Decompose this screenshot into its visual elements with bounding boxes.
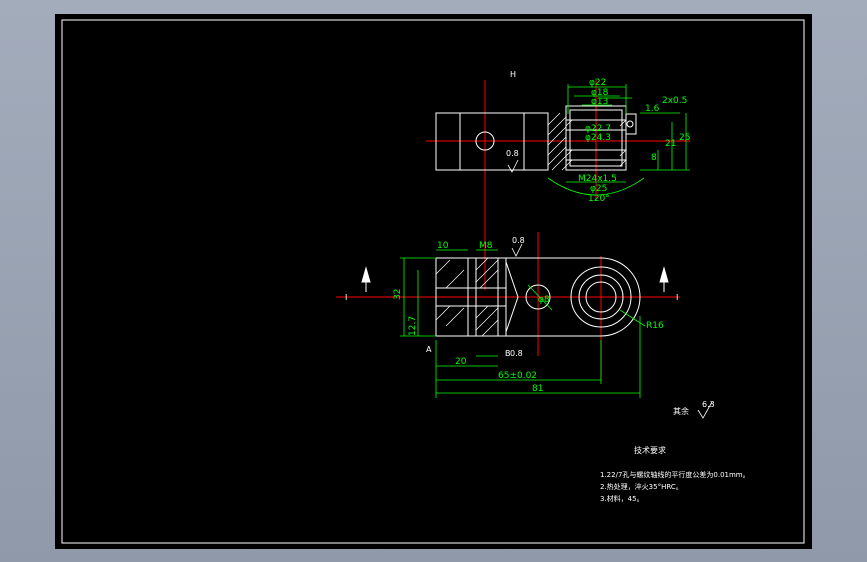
dim-20: 20: [455, 357, 467, 367]
dim-d22: φ22: [589, 78, 606, 88]
roughness-rest-label: 其余: [673, 406, 689, 416]
notes-line3: 3.材料，45。: [600, 494, 644, 503]
dim-m8: M8: [479, 241, 493, 251]
roughness-08b: 0.8: [512, 236, 525, 245]
roughness-08a: 0.8: [506, 149, 519, 158]
dim-surface-top: 1.6: [645, 104, 660, 114]
dim-d25: φ25: [590, 184, 607, 194]
dim-81: 81: [532, 384, 543, 394]
dim-d8: φ8: [538, 295, 550, 305]
notes-line1: 1.22/7孔与螺纹轴线的平行度公差为0.01mm。: [600, 470, 750, 479]
sheet-border: [61, 19, 805, 544]
dim-r16: R16: [646, 321, 664, 331]
roughness-symbol-b: [511, 243, 523, 257]
dim-65: 65±0.02: [498, 371, 537, 381]
label-section-right: I: [676, 293, 678, 302]
engineering-drawing: φ22 φ18 φ13 φ22.7 φ24.3 2x0.5 1.6 25 21 …: [61, 19, 805, 544]
dim-d13: φ13: [591, 97, 608, 107]
label-top-view-H: H: [510, 70, 516, 79]
dim-chamfer: 2x0.5: [662, 96, 687, 106]
dim-25: 25: [679, 133, 690, 143]
dim-d24-3: φ24.3: [585, 133, 611, 143]
roughness-08c: 0.8: [510, 349, 523, 358]
label-section-left: I: [345, 293, 347, 302]
section-arrow-right: [659, 266, 669, 283]
notes-line2: 2.热处理，淬火35°HRC。: [600, 482, 683, 491]
technical-notes: 技术要求 1.22/7孔与螺纹轴线的平行度公差为0.01mm。 2.热处理，淬火…: [600, 445, 750, 503]
cad-viewport: φ22 φ18 φ13 φ22.7 φ24.3 2x0.5 1.6 25 21 …: [0, 0, 867, 562]
dim-8: 8: [651, 153, 657, 163]
dim-12-7: 12.7: [408, 316, 418, 336]
dim-10: 10: [437, 241, 449, 251]
dim-angle: 120°: [588, 194, 610, 204]
dim-21: 21: [665, 139, 676, 149]
section-arrow-left: [361, 266, 371, 283]
notes-title: 技术要求: [634, 445, 666, 455]
dim-thread: M24x1.5: [578, 174, 617, 184]
dim-32: 32: [393, 289, 403, 300]
label-A: A: [426, 345, 432, 354]
